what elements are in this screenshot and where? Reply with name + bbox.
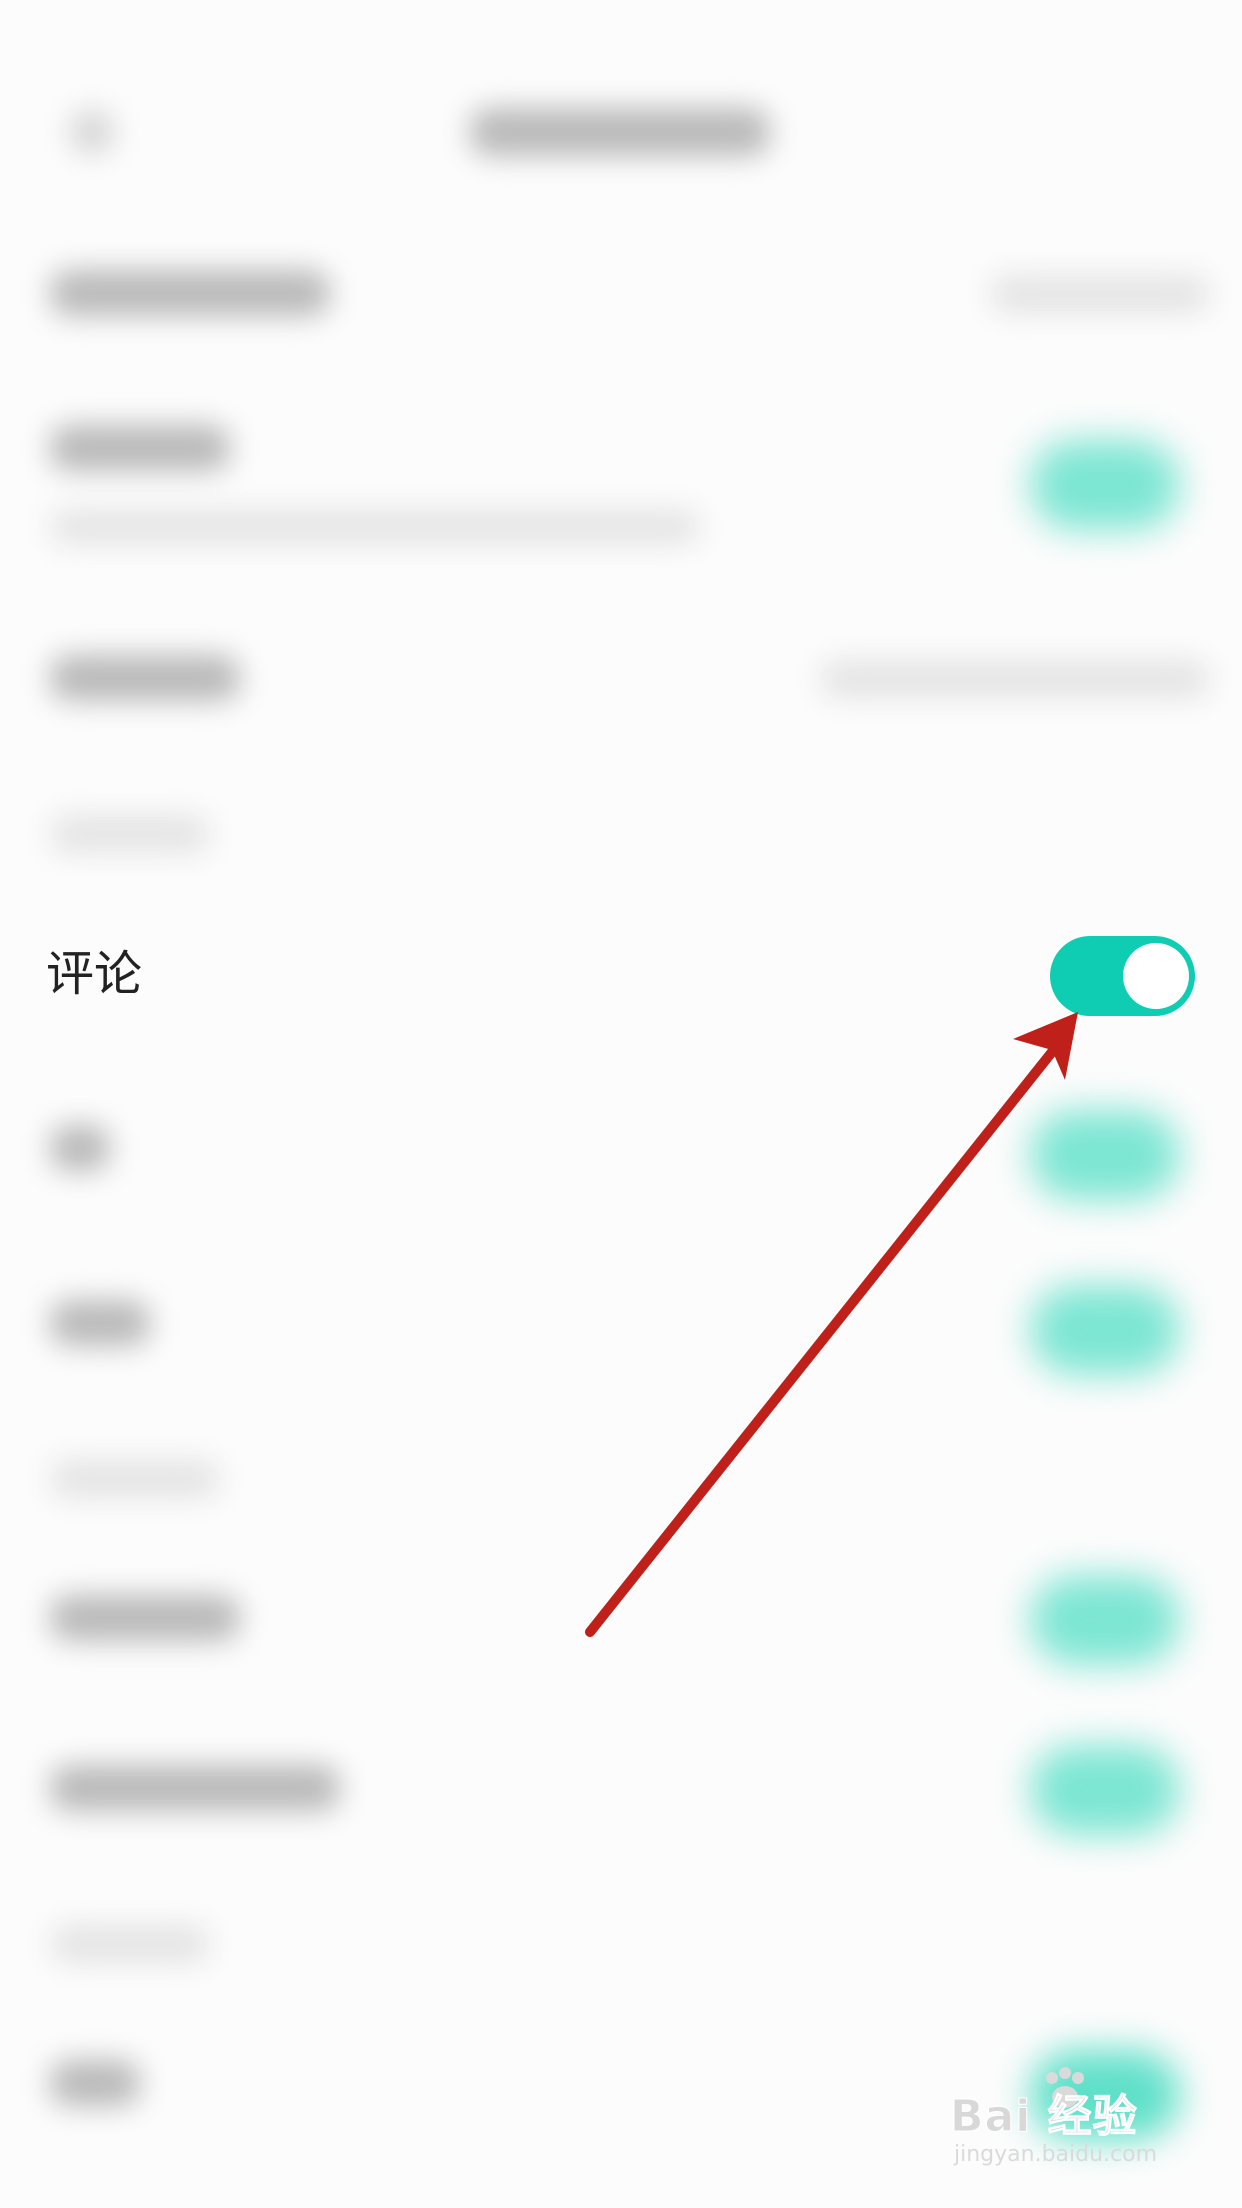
- settings-row-7-label: [50, 1595, 240, 1641]
- settings-row-2-label: [50, 425, 230, 471]
- comment-label: 评论: [46, 946, 143, 1002]
- settings-row-9-label: [50, 2060, 140, 2106]
- settings-row-6-toggle[interactable]: [1030, 1285, 1180, 1375]
- baidu-watermark: Bai 经验 jingyan.baidu.com: [950, 2067, 1180, 2180]
- settings-screen: 评论 Bai 经验 jingyan.baidu.com: [0, 0, 1242, 2208]
- settings-row-1-label: [50, 270, 330, 316]
- watermark-main: Bai 经验: [950, 2091, 1138, 2143]
- settings-row-2-desc: [50, 510, 700, 544]
- arrow-shaft: [585, 1047, 1057, 1637]
- settings-row-5-label: [50, 1125, 110, 1171]
- back-icon[interactable]: [70, 110, 114, 154]
- section-header-1: [50, 815, 210, 853]
- settings-row-3-label: [50, 655, 240, 701]
- settings-row-6-label: [50, 1300, 150, 1346]
- page-title: [470, 108, 770, 156]
- section-header-2: [50, 1460, 220, 1498]
- annotation-arrow: [585, 1012, 1078, 1637]
- section-header-3: [50, 1925, 210, 1963]
- arrow-head: [1013, 1012, 1078, 1080]
- settings-row-3-value: [820, 660, 1210, 698]
- comment-toggle[interactable]: [1050, 936, 1195, 1016]
- settings-row-2-toggle[interactable]: [1030, 440, 1180, 530]
- settings-row-5-toggle[interactable]: [1030, 1110, 1180, 1200]
- settings-row-1-value: [990, 275, 1210, 313]
- settings-row-8-toggle[interactable]: [1030, 1745, 1180, 1835]
- watermark-sub: jingyan.baidu.com: [954, 2142, 1158, 2167]
- toggle-knob: [1123, 943, 1189, 1009]
- settings-row-7-toggle[interactable]: [1030, 1575, 1180, 1665]
- settings-row-8-label: [50, 1765, 340, 1811]
